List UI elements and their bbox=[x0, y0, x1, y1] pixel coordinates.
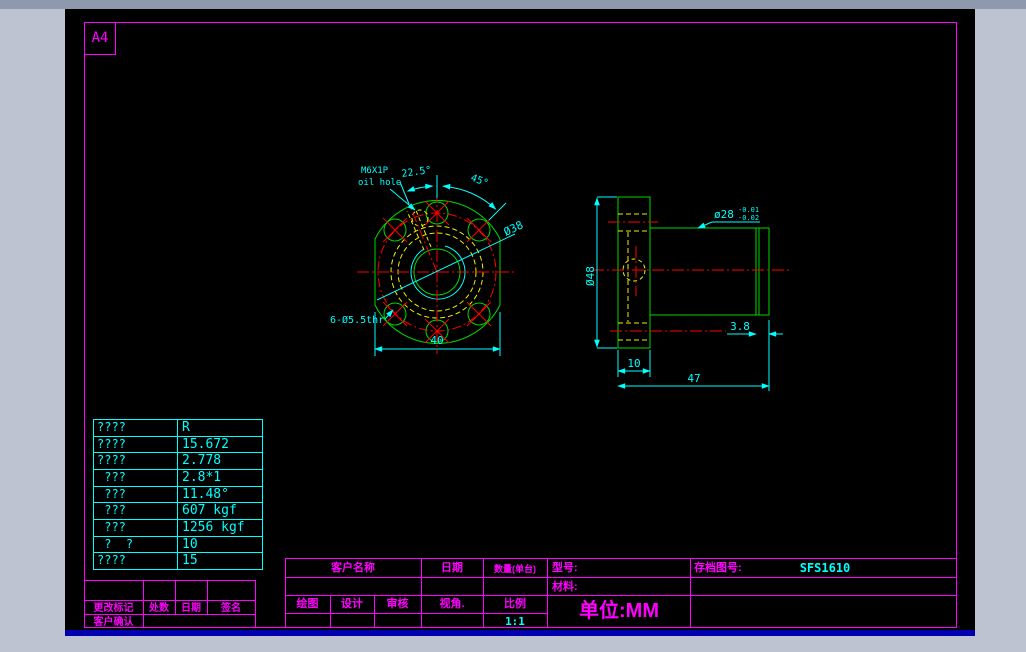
draft-label: 绘图 bbox=[296, 598, 319, 610]
divider-line bbox=[84, 580, 256, 581]
revision-change-mark-label: 更改标记 bbox=[93, 603, 134, 614]
table-row: ??? 2.8*1 bbox=[94, 470, 262, 487]
param-label: ? ? bbox=[94, 536, 178, 553]
design-label: 设计 bbox=[341, 598, 363, 610]
customer-confirm-label: 客户确认 bbox=[93, 617, 134, 628]
table-row: ??? 607 kgf bbox=[94, 503, 262, 521]
table-row: ??? 11.48° bbox=[94, 486, 262, 504]
unit-label: 单位:MM bbox=[579, 600, 659, 622]
divider-line bbox=[285, 577, 957, 578]
scale-value: 1:1 bbox=[505, 615, 525, 628]
param-label: ??? bbox=[94, 486, 178, 503]
review-label: 审核 bbox=[386, 598, 409, 610]
revision-date-label: 日期 bbox=[181, 603, 201, 614]
date-label: 日期 bbox=[441, 562, 463, 574]
customer-name-label: 客户名称 bbox=[331, 562, 375, 574]
param-value: R bbox=[182, 420, 190, 435]
param-label: ???? bbox=[94, 436, 178, 453]
archive-no-value: SFS1610 bbox=[799, 561, 851, 575]
sheet-size-label: A4 bbox=[91, 30, 109, 46]
param-value: 15.672 bbox=[182, 436, 229, 452]
quantity-label: 数量(单台) bbox=[494, 564, 536, 574]
param-value: 10 bbox=[182, 536, 198, 552]
divider-line bbox=[255, 580, 256, 628]
table-row: ??? 1256 kgf bbox=[94, 520, 262, 537]
param-value: 15 bbox=[182, 553, 198, 569]
model-label: 型号: bbox=[552, 562, 578, 574]
revision-count-label: 处数 bbox=[149, 603, 169, 614]
divider-line bbox=[285, 595, 957, 596]
table-row: ? ? 10 bbox=[94, 536, 262, 554]
material-label: 材料: bbox=[552, 581, 578, 593]
scale-label: 比例 bbox=[504, 598, 526, 610]
sheet-size-box: A4 bbox=[85, 23, 116, 55]
table-row: ???? R bbox=[94, 420, 262, 437]
divider-line bbox=[285, 558, 957, 559]
table-row: ???? 15.672 bbox=[94, 436, 262, 454]
param-label: ??? bbox=[94, 503, 178, 520]
revision-signature-label: 签名 bbox=[221, 603, 241, 614]
param-value: 607 kgf bbox=[182, 503, 237, 519]
param-value: 2.8*1 bbox=[182, 470, 222, 486]
param-value: 11.48° bbox=[182, 486, 229, 502]
param-label: ???? bbox=[94, 553, 178, 570]
table-row: ???? 2.778 bbox=[94, 453, 262, 471]
param-value: 1256 kgf bbox=[182, 520, 245, 536]
param-label: ???? bbox=[94, 420, 178, 436]
cad-viewer-window: { "sheet": { "size_label": "A4" }, "para… bbox=[0, 0, 1026, 652]
param-value: 2.778 bbox=[182, 453, 222, 469]
divider-line bbox=[690, 558, 691, 628]
param-label: ???? bbox=[94, 453, 178, 470]
archive-no-label: 存档图号: bbox=[694, 562, 742, 574]
parameter-table: ???? R ???? 15.672 ???? 2.778 ??? 2.8*1 ??? 1… bbox=[93, 419, 263, 570]
table-row: ???? 15 bbox=[94, 553, 262, 570]
param-label: ??? bbox=[94, 470, 178, 486]
param-label: ??? bbox=[94, 520, 178, 536]
view-angle-label: 视角. bbox=[439, 598, 465, 610]
